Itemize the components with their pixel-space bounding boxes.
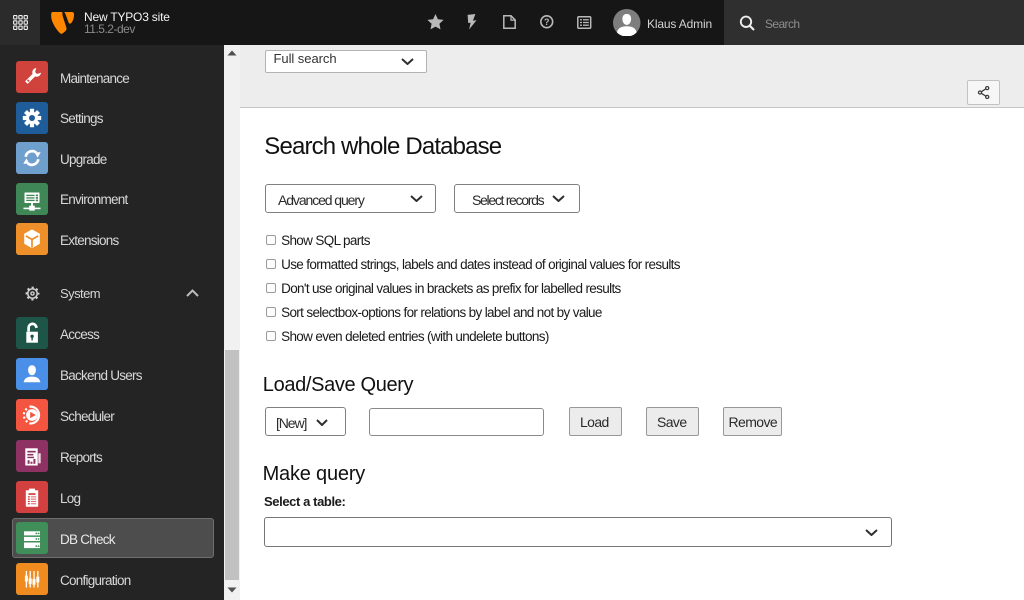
svg-text:?: ?	[544, 17, 550, 27]
